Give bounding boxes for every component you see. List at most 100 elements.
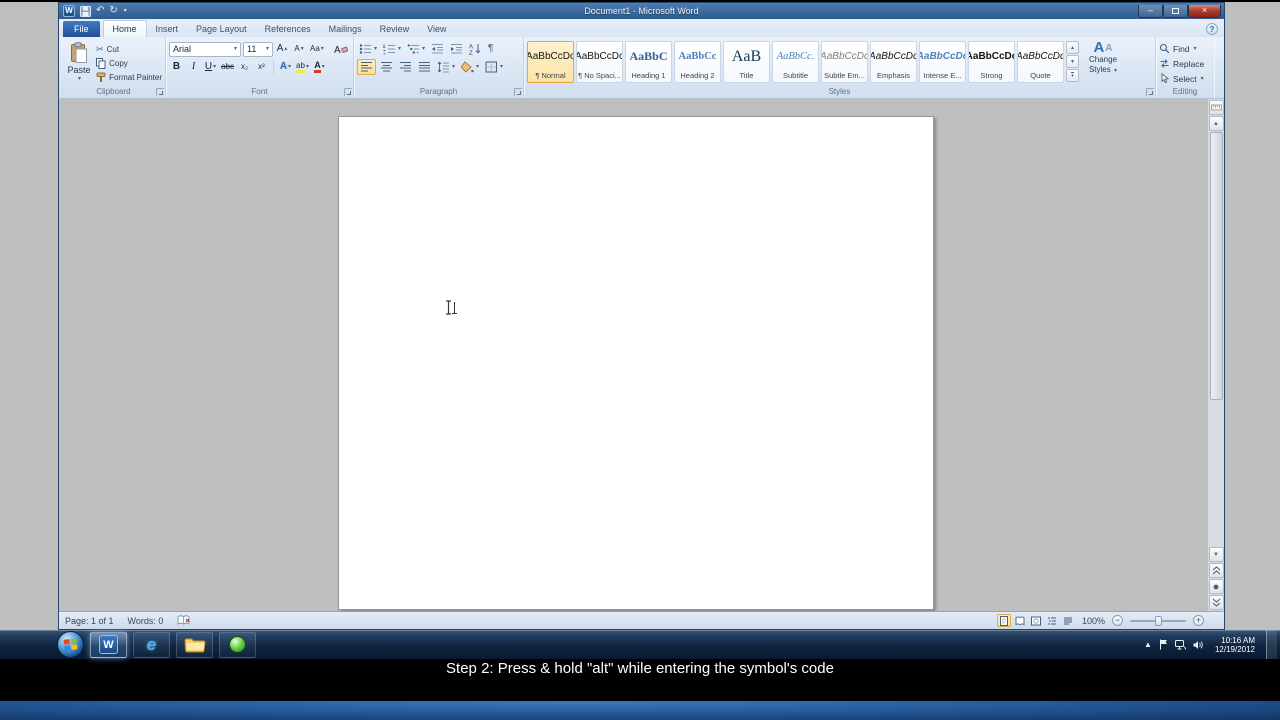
borders-button[interactable]: ▾	[483, 59, 505, 75]
superscript-button[interactable]: x²	[254, 59, 269, 75]
grow-font-button[interactable]: A ▲	[275, 41, 290, 57]
line-spacing-button[interactable]: ▾	[435, 59, 457, 75]
strikethrough-button[interactable]: abc	[220, 59, 235, 75]
change-case-button[interactable]: Aa ▾	[309, 41, 325, 57]
document-area[interactable]: ▲ ▼	[59, 99, 1224, 611]
zoom-out-button[interactable]: −	[1112, 615, 1123, 626]
bold-button[interactable]: B	[169, 59, 184, 75]
show-hidden-icons-button[interactable]: ▲	[1144, 640, 1152, 649]
zoom-slider-thumb[interactable]	[1155, 615, 1162, 626]
tab-view[interactable]: View	[418, 21, 455, 37]
style-emphasis[interactable]: AaBbCcDc Emphasis	[870, 41, 917, 83]
redo-icon[interactable]: ↻	[109, 6, 117, 16]
style-quote[interactable]: AaBbCcDc Quote	[1017, 41, 1064, 83]
shrink-font-button[interactable]: A ▼	[292, 41, 307, 57]
align-center-button[interactable]	[378, 59, 395, 75]
next-page-button[interactable]	[1208, 595, 1224, 610]
paste-button[interactable]: Paste ▾	[65, 39, 93, 82]
gallery-scroll-down-button[interactable]: ▼	[1066, 55, 1079, 68]
draft-view-button[interactable]	[1061, 614, 1075, 627]
format-painter-button[interactable]: Format Painter	[96, 71, 162, 84]
style-title[interactable]: AaB Title	[723, 41, 770, 83]
title-bar[interactable]: W ↶ ↻ ▾ Document1 - Microsoft Word – ×	[59, 3, 1224, 19]
decrease-indent-button[interactable]	[429, 41, 446, 57]
paragraph-dialog-launcher-icon[interactable]	[514, 88, 522, 96]
maximize-button[interactable]	[1163, 4, 1188, 18]
tab-page-layout[interactable]: Page Layout	[187, 21, 256, 37]
align-left-button[interactable]	[357, 59, 376, 75]
font-size-select[interactable]: 11 ▾	[243, 41, 273, 57]
qat-customize-icon[interactable]: ▾	[124, 8, 127, 14]
taskbar-explorer-button[interactable]	[176, 631, 213, 658]
document-page[interactable]	[338, 116, 934, 610]
tab-insert[interactable]: Insert	[147, 21, 188, 37]
undo-icon[interactable]: ↶	[96, 6, 104, 16]
scroll-down-button[interactable]: ▼	[1208, 547, 1224, 562]
scrollbar-thumb[interactable]	[1209, 132, 1223, 400]
numbering-button[interactable]: ▾	[381, 41, 403, 57]
font-family-select[interactable]: Arial ▾	[169, 41, 241, 57]
taskbar-clock[interactable]: 10:16 AM 12/19/2012	[1211, 636, 1259, 654]
underline-button[interactable]: U ▾	[203, 59, 218, 75]
change-styles-button[interactable]: A A Change Styles ▾	[1079, 39, 1127, 75]
find-button[interactable]: Find ▾	[1159, 42, 1204, 55]
start-button[interactable]	[57, 631, 84, 658]
style-subtle-emphasis[interactable]: AaBbCcDc Subtle Em...	[821, 41, 868, 83]
tab-file[interactable]: File	[63, 21, 100, 37]
justify-button[interactable]	[416, 59, 433, 75]
taskbar-media-app-button[interactable]	[219, 631, 256, 658]
style-no-spacing[interactable]: AaBbCcDc ¶ No Spaci...	[576, 41, 623, 83]
style-heading-2[interactable]: AaBbCc Heading 2	[674, 41, 721, 83]
print-layout-view-button[interactable]	[996, 614, 1011, 627]
close-button[interactable]: ×	[1188, 4, 1221, 18]
outline-view-button[interactable]	[1045, 614, 1059, 627]
zoom-in-button[interactable]: +	[1193, 615, 1204, 626]
tab-home[interactable]: Home	[102, 20, 147, 37]
save-icon[interactable]	[80, 5, 91, 17]
zoom-slider[interactable]	[1130, 615, 1186, 626]
minimize-button[interactable]: –	[1138, 4, 1163, 18]
taskbar-internet-explorer-button[interactable]: e	[133, 631, 170, 658]
shading-button[interactable]: ▾	[459, 59, 481, 75]
full-screen-reading-view-button[interactable]	[1013, 614, 1027, 627]
style-heading-1[interactable]: AaBbC Heading 1	[625, 41, 672, 83]
text-effects-button[interactable]: A ▾	[278, 59, 293, 75]
style-strong[interactable]: AaBbCcDc Strong	[968, 41, 1015, 83]
gallery-more-button[interactable]: ▾	[1066, 69, 1079, 82]
view-ruler-button[interactable]	[1208, 100, 1224, 115]
styles-dialog-launcher-icon[interactable]	[1146, 88, 1154, 96]
tab-references[interactable]: References	[256, 21, 320, 37]
copy-button[interactable]: Copy	[96, 57, 162, 70]
network-icon[interactable]	[1174, 639, 1186, 650]
zoom-level[interactable]: 100%	[1082, 616, 1105, 626]
subscript-button[interactable]: x₂	[237, 59, 252, 75]
increase-indent-button[interactable]	[448, 41, 465, 57]
page-indicator[interactable]: Page: 1 of 1	[65, 616, 114, 626]
help-button[interactable]: ?	[1206, 23, 1218, 35]
replace-button[interactable]: Replace	[1159, 57, 1204, 70]
cut-button[interactable]: ✂ Cut	[96, 43, 162, 56]
clipboard-dialog-launcher-icon[interactable]	[156, 88, 164, 96]
clear-formatting-button[interactable]: A	[333, 41, 349, 57]
style-subtitle[interactable]: AaBbCc. Subtitle	[772, 41, 819, 83]
proofing-status-icon[interactable]	[177, 615, 191, 626]
select-browse-object-button[interactable]	[1208, 579, 1224, 594]
show-desktop-button[interactable]	[1266, 630, 1277, 659]
tab-review[interactable]: Review	[371, 21, 419, 37]
italic-button[interactable]: I	[186, 59, 201, 75]
word-count[interactable]: Words: 0	[128, 616, 164, 626]
word-app-icon[interactable]: W	[63, 5, 75, 17]
web-layout-view-button[interactable]	[1029, 614, 1043, 627]
vertical-scrollbar[interactable]: ▲ ▼	[1207, 99, 1224, 611]
multilevel-list-button[interactable]: ▾	[405, 41, 427, 57]
volume-icon[interactable]	[1193, 640, 1204, 650]
gallery-scroll-up-button[interactable]: ▲	[1066, 41, 1079, 54]
sort-button[interactable]: AZ	[467, 41, 484, 57]
font-dialog-launcher-icon[interactable]	[344, 88, 352, 96]
style-normal[interactable]: AaBbCcDc ¶ Normal	[527, 41, 574, 83]
align-right-button[interactable]	[397, 59, 414, 75]
action-center-flag-icon[interactable]	[1159, 639, 1168, 650]
highlight-button[interactable]: ab ▾	[295, 59, 310, 75]
tab-mailings[interactable]: Mailings	[320, 21, 371, 37]
style-intense-emphasis[interactable]: AaBbCcDc Intense E...	[919, 41, 966, 83]
